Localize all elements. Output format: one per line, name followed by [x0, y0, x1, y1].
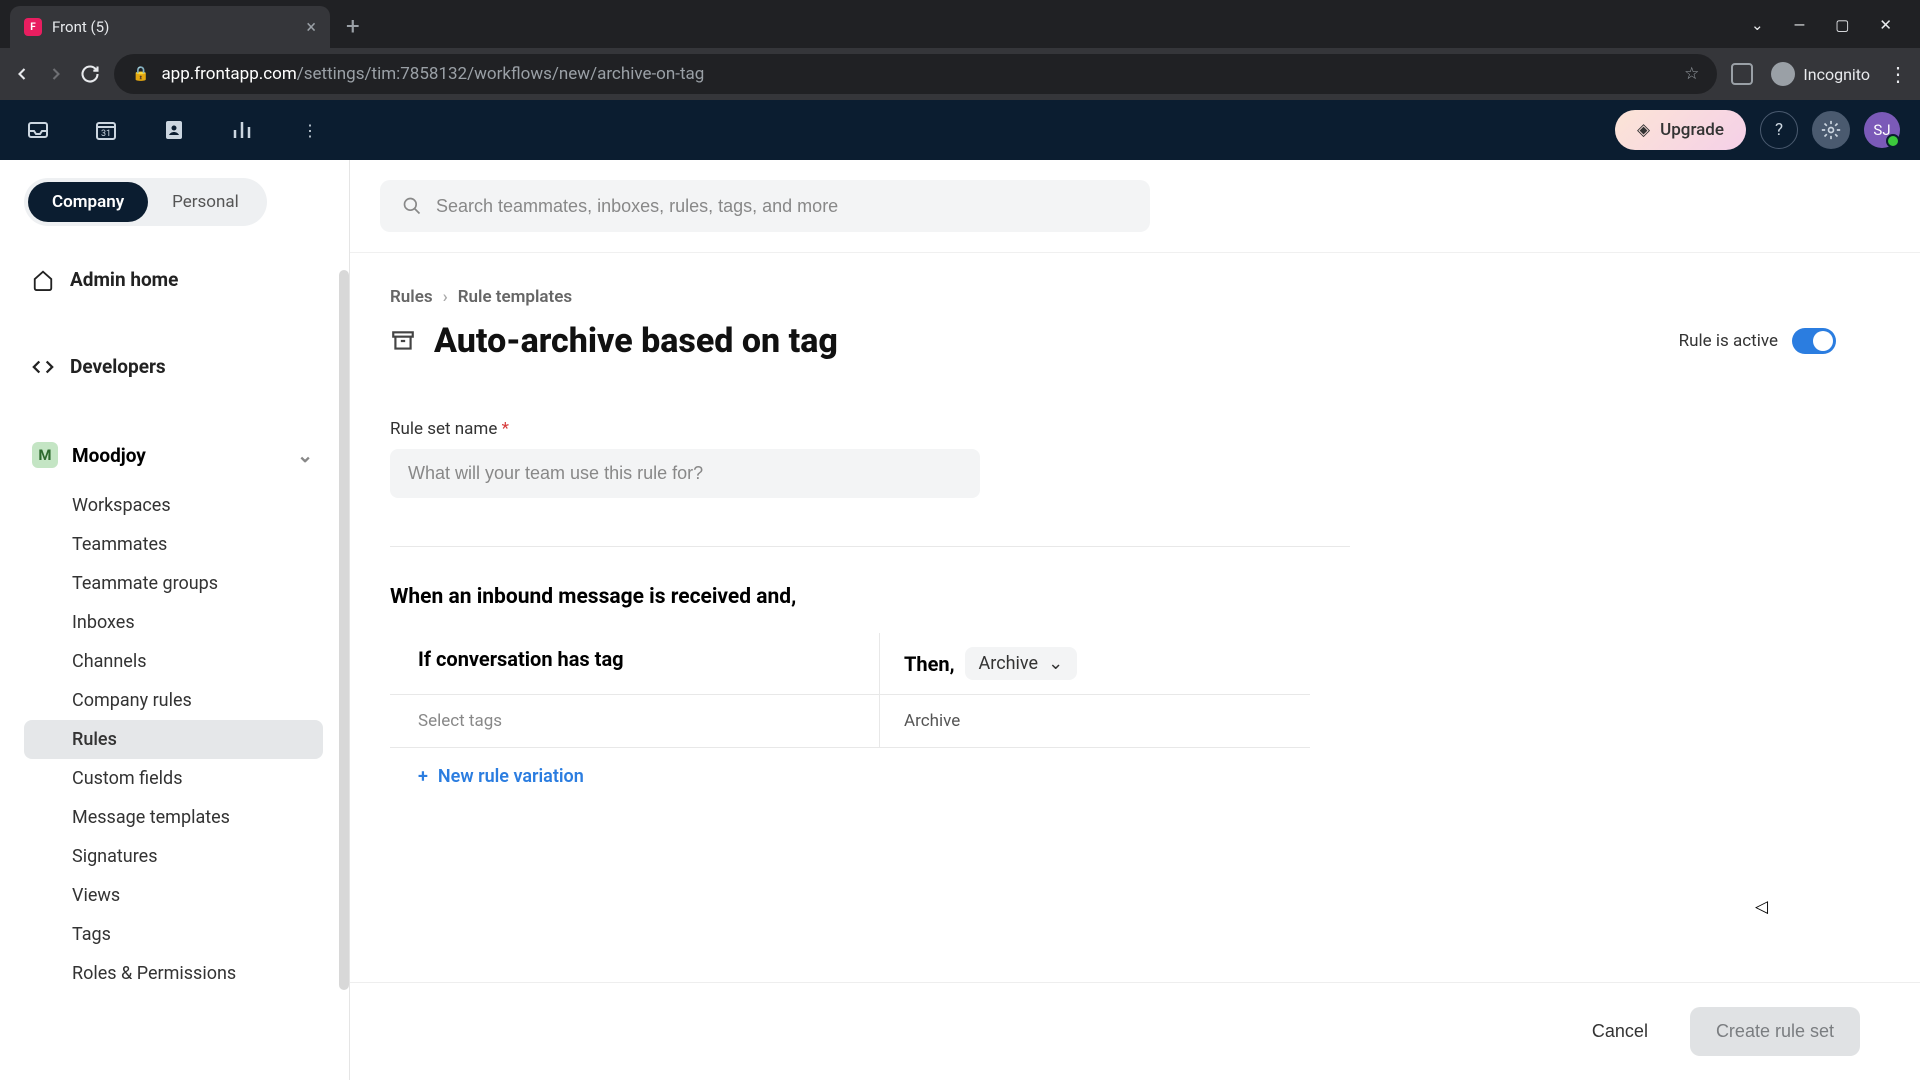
maximize-icon[interactable]: ▢: [1835, 16, 1849, 34]
cursor-icon: ◁: [1755, 897, 1768, 917]
browser-tab[interactable]: F Front (5) ×: [10, 6, 330, 48]
admin-home-link[interactable]: Admin home: [24, 256, 339, 303]
url-text: app.frontapp.com/settings/tim:7858132/wo…: [161, 64, 1672, 84]
rule-active-toggle: Rule is active: [1679, 328, 1836, 354]
url-bar[interactable]: 🔒 app.frontapp.com/settings/tim:7858132/…: [114, 54, 1717, 94]
new-tab-button[interactable]: +: [330, 12, 376, 48]
home-icon: [32, 269, 54, 291]
reload-icon[interactable]: [80, 64, 100, 84]
page-title: Auto-archive based on tag: [434, 321, 838, 361]
scope-toggle: Company Personal: [24, 178, 267, 226]
tab-title: Front (5): [52, 18, 296, 36]
inbox-icon[interactable]: [20, 112, 56, 148]
window-controls: ⌄ — ▢ ✕: [1723, 16, 1920, 48]
browser-menu-icon[interactable]: ⋮: [1888, 69, 1908, 79]
contacts-icon[interactable]: [156, 112, 192, 148]
rule-table: If conversation has tag Then, Archive ⌄ …: [390, 633, 1310, 805]
content-area: Rules › Rule templates Auto-archive base…: [350, 160, 1920, 1080]
breadcrumb: Rules › Rule templates: [390, 287, 1860, 307]
sidebar-item-custom-fields[interactable]: Custom fields: [24, 759, 323, 798]
if-column-header: If conversation has tag: [390, 633, 880, 695]
breadcrumb-templates[interactable]: Rule templates: [458, 287, 572, 307]
tab-favicon-icon: F: [24, 18, 42, 36]
developers-link[interactable]: Developers: [24, 343, 339, 390]
rule-name-input[interactable]: [390, 449, 980, 498]
sidebar-item-views[interactable]: Views: [24, 876, 323, 915]
create-rule-set-button[interactable]: Create rule set: [1690, 1007, 1860, 1056]
workspace-toggle[interactable]: M Moodjoy ⌄: [24, 428, 339, 482]
sidebar-item-message-templates[interactable]: Message templates: [24, 798, 323, 837]
svg-text:31: 31: [101, 129, 111, 139]
action-dropdown[interactable]: Archive ⌄: [965, 647, 1078, 680]
sidebar-item-company-rules[interactable]: Company rules: [24, 681, 323, 720]
close-icon[interactable]: ×: [306, 17, 316, 38]
sidebar-item-workspaces[interactable]: Workspaces: [24, 486, 323, 525]
sidebar-item-signatures[interactable]: Signatures: [24, 837, 323, 876]
chevron-down-icon: ⌄: [297, 444, 313, 467]
forward-icon: [46, 64, 66, 84]
plus-icon: +: [418, 766, 428, 787]
tab-dropdown-icon[interactable]: ⌄: [1751, 16, 1764, 34]
then-column-header: Then, Archive ⌄: [880, 633, 1310, 695]
diamond-icon: ◈: [1637, 120, 1650, 140]
sidebar-item-channels[interactable]: Channels: [24, 642, 323, 681]
breadcrumb-rules[interactable]: Rules: [390, 287, 433, 307]
divider: [390, 546, 1350, 547]
browser-tab-strip: F Front (5) × + ⌄ — ▢ ✕: [0, 0, 1920, 48]
sidebar-item-rules[interactable]: Rules: [24, 720, 323, 759]
cancel-button[interactable]: Cancel: [1566, 1007, 1674, 1056]
lock-icon: 🔒: [132, 66, 149, 82]
when-heading: When an inbound message is received and,: [390, 585, 1860, 609]
toggle-switch[interactable]: [1792, 328, 1836, 354]
sidebar-item-teammates[interactable]: Teammates: [24, 525, 323, 564]
new-variation-button[interactable]: + New rule variation: [390, 748, 1310, 805]
search-icon: [402, 196, 422, 216]
sidebar-item-teammate-groups[interactable]: Teammate groups: [24, 564, 323, 603]
action-value-cell: Archive: [880, 695, 1310, 748]
bookmark-icon[interactable]: ☆: [1684, 64, 1699, 84]
close-window-icon[interactable]: ✕: [1879, 16, 1892, 34]
help-icon[interactable]: ?: [1760, 111, 1798, 149]
code-icon: [32, 356, 54, 378]
browser-toolbar: 🔒 app.frontapp.com/settings/tim:7858132/…: [0, 48, 1920, 100]
archive-icon: [390, 328, 416, 354]
sidebar-item-roles-permissions[interactable]: Roles & Permissions: [24, 954, 323, 993]
calendar-icon[interactable]: 31: [88, 112, 124, 148]
workspace-badge: M: [32, 442, 58, 468]
more-apps-icon[interactable]: ⋮: [292, 112, 328, 148]
incognito-icon: [1771, 62, 1795, 86]
scope-personal-button[interactable]: Personal: [148, 182, 263, 222]
settings-icon[interactable]: [1812, 111, 1850, 149]
sidebar-item-tags[interactable]: Tags: [24, 915, 323, 954]
sidebar-item-inboxes[interactable]: Inboxes: [24, 603, 323, 642]
footer-actions: Cancel Create rule set: [350, 982, 1920, 1080]
rule-name-label: Rule set name *: [390, 419, 1860, 439]
app-header: 31 ⋮ ◈ Upgrade ? SJ: [0, 100, 1920, 160]
analytics-icon[interactable]: [224, 112, 260, 148]
chevron-down-icon: ⌄: [1048, 653, 1063, 674]
minimize-icon[interactable]: —: [1794, 16, 1806, 34]
avatar[interactable]: SJ: [1864, 112, 1900, 148]
settings-search[interactable]: [380, 180, 1150, 232]
scope-company-button[interactable]: Company: [28, 182, 148, 222]
upgrade-button[interactable]: ◈ Upgrade: [1615, 110, 1746, 150]
settings-sidebar: Company Personal Admin home Developers M…: [0, 160, 350, 1080]
select-tags-cell[interactable]: Select tags: [390, 695, 880, 748]
incognito-badge[interactable]: Incognito: [1771, 62, 1870, 86]
extensions-icon[interactable]: [1731, 63, 1753, 85]
chevron-right-icon: ›: [443, 287, 448, 307]
back-icon[interactable]: [12, 64, 32, 84]
settings-search-input[interactable]: [436, 196, 1128, 217]
